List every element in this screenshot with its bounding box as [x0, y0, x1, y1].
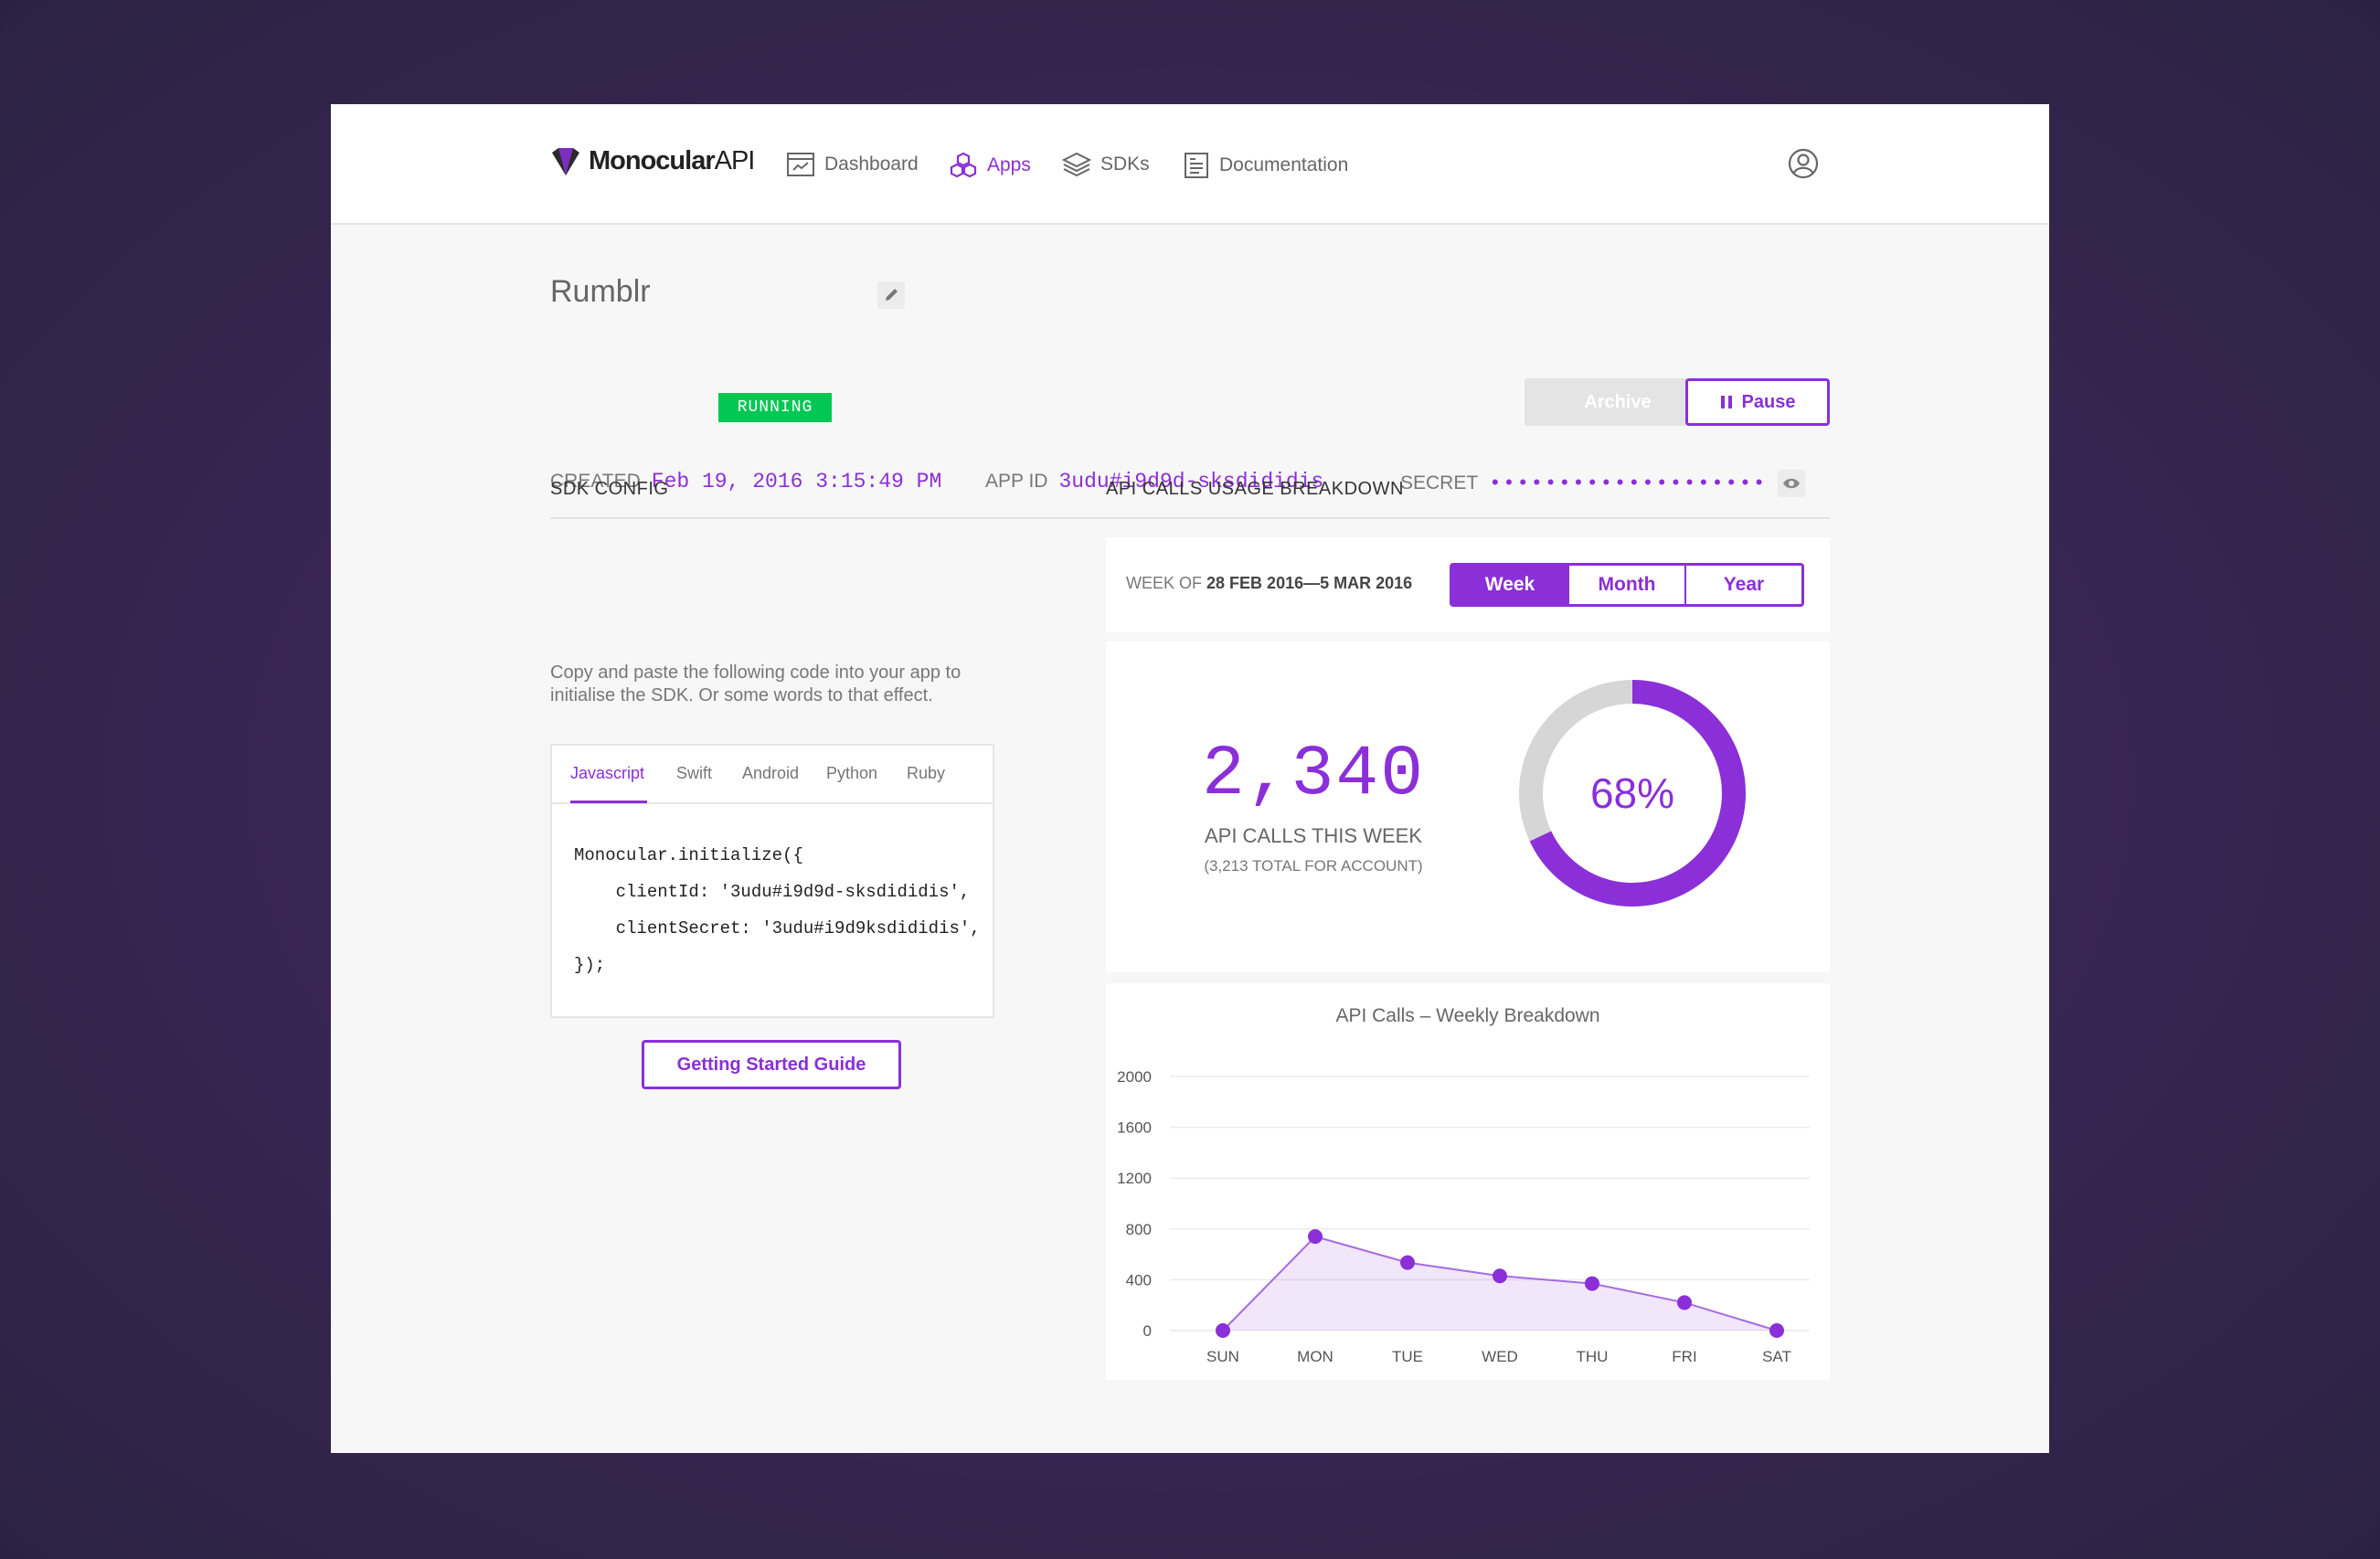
- x-tick-label: SUN: [1206, 1348, 1239, 1365]
- y-tick-label: 2000: [1117, 1068, 1152, 1086]
- nav-documentation[interactable]: Documentation: [1183, 152, 1348, 179]
- getting-started-guide-button[interactable]: Getting Started Guide: [642, 1040, 901, 1089]
- tab-android[interactable]: Android: [742, 764, 799, 783]
- meta-divider: [550, 517, 1830, 519]
- data-point: [1216, 1323, 1230, 1338]
- data-point: [1677, 1295, 1692, 1310]
- api-calls-total: (3,213 TOTAL FOR ACCOUNT): [1204, 857, 1423, 875]
- secret-meta: SECRET ••••••••••••••••••••: [1400, 470, 1806, 497]
- api-calls-label: API CALLS THIS WEEK: [1204, 824, 1422, 847]
- edit-name-button[interactable]: [877, 281, 905, 309]
- weekly-chart-panel: API Calls – Weekly Breakdown 0 400 800 1200…: [1106, 983, 1830, 1380]
- y-tick-label: 0: [1143, 1322, 1152, 1340]
- brand-name: MonocularAPI: [589, 146, 755, 175]
- apps-icon: [950, 152, 977, 178]
- sdk-language-tabs: Javascript Swift Android Python Ruby: [552, 746, 993, 804]
- x-tick-label: SAT: [1762, 1348, 1791, 1365]
- reveal-secret-button[interactable]: [1778, 470, 1806, 497]
- y-tick-label: 1200: [1117, 1170, 1152, 1187]
- gem-logo-icon: [552, 147, 579, 175]
- series-area: [1223, 1236, 1777, 1331]
- nav-dashboard-label: Dashboard: [824, 154, 919, 175]
- archive-button[interactable]: Archive: [1525, 378, 1711, 426]
- pause-button[interactable]: Pause: [1685, 378, 1830, 426]
- pause-label: Pause: [1741, 391, 1796, 412]
- data-point: [1769, 1323, 1784, 1338]
- status-badge: RUNNING: [718, 393, 832, 422]
- app-id-label: APP ID: [985, 471, 1048, 492]
- y-tick-label: 1600: [1117, 1119, 1152, 1137]
- nav-apps[interactable]: Apps: [949, 152, 1031, 179]
- data-point: [1400, 1255, 1415, 1270]
- usage-summary-panel: 2,340 API CALLS THIS WEEK (3,213 TOTAL F…: [1106, 642, 1830, 972]
- x-tick-label: THU: [1577, 1348, 1609, 1365]
- usage-heading: API CALLS USAGE BREAKDOWN: [1106, 479, 1404, 499]
- pause-icon: [1720, 396, 1732, 408]
- tab-python[interactable]: Python: [826, 764, 877, 783]
- api-calls-count: 2,340: [1201, 735, 1426, 815]
- app-window: MonocularAPI Dashboard Apps SDKs Documen…: [331, 104, 2049, 1453]
- documentation-icon: [1185, 153, 1208, 178]
- dashboard-icon: [787, 153, 814, 176]
- code-block[interactable]: Monocular.initialize({ clientId: '3udu#i…: [574, 837, 981, 983]
- app-title-row: Rumblr: [550, 274, 1830, 329]
- nav-dashboard[interactable]: Dashboard: [786, 152, 919, 177]
- brand-logo[interactable]: MonocularAPI: [550, 146, 755, 176]
- tab-swift[interactable]: Swift: [676, 764, 712, 783]
- data-point: [1308, 1229, 1323, 1245]
- x-tick-label: WED: [1482, 1348, 1518, 1365]
- period-selector-panel: WEEK OF 28 FEB 2016—5 MAR 2016 Week Mont…: [1106, 537, 1830, 632]
- user-profile-icon[interactable]: [1788, 148, 1819, 179]
- x-tick-label: FRI: [1672, 1348, 1696, 1365]
- eye-icon: [1783, 478, 1801, 489]
- period-month-button[interactable]: Month: [1569, 566, 1686, 604]
- nav-sdks-label: SDKs: [1100, 154, 1150, 175]
- period-toggle: Week Month Year: [1450, 563, 1804, 607]
- data-point: [1585, 1276, 1599, 1291]
- secret-value: ••••••••••••••••••••: [1489, 472, 1768, 495]
- pencil-icon: [886, 289, 898, 301]
- sdks-icon: [1062, 152, 1091, 177]
- y-tick-label: 800: [1126, 1221, 1152, 1238]
- created-value: Feb 19, 2016 3:15:49 PM: [651, 470, 942, 493]
- usage-donut: 68%: [1519, 680, 1746, 907]
- week-range-value: 28 FEB 2016—5 MAR 2016: [1206, 574, 1413, 592]
- tab-ruby[interactable]: Ruby: [907, 764, 945, 783]
- donut-percent-label: 68%: [1590, 769, 1674, 817]
- app-name: Rumblr: [550, 274, 651, 309]
- chart-title: API Calls – Weekly Breakdown: [1335, 1005, 1599, 1026]
- x-tick-label: MON: [1297, 1348, 1333, 1365]
- sdk-description: Copy and paste the following code into y…: [550, 663, 962, 705]
- code-snippet-card: Javascript Swift Android Python Ruby Mon…: [550, 744, 994, 1018]
- nav-sdks[interactable]: SDKs: [1062, 152, 1150, 177]
- weekly-breakdown-chart: API Calls – Weekly Breakdown 0 400 800 1200…: [1117, 1005, 1810, 1365]
- top-navigation-bar: MonocularAPI Dashboard Apps SDKs Documen…: [331, 104, 2049, 225]
- nav-documentation-label: Documentation: [1219, 154, 1349, 175]
- y-tick-label: 400: [1126, 1271, 1152, 1289]
- week-range: WEEK OF 28 FEB 2016—5 MAR 2016: [1126, 574, 1412, 593]
- tab-javascript[interactable]: Javascript: [570, 764, 644, 783]
- active-tab-indicator: [570, 801, 647, 803]
- data-point: [1493, 1268, 1507, 1284]
- secret-label: SECRET: [1400, 472, 1479, 493]
- sdk-config-heading: SDK CONFIG: [550, 479, 669, 499]
- x-tick-label: TUE: [1392, 1348, 1423, 1365]
- week-prefix: WEEK OF: [1126, 574, 1203, 592]
- period-week-button[interactable]: Week: [1452, 566, 1569, 604]
- period-year-button[interactable]: Year: [1686, 566, 1801, 604]
- nav-apps-label: Apps: [987, 154, 1031, 175]
